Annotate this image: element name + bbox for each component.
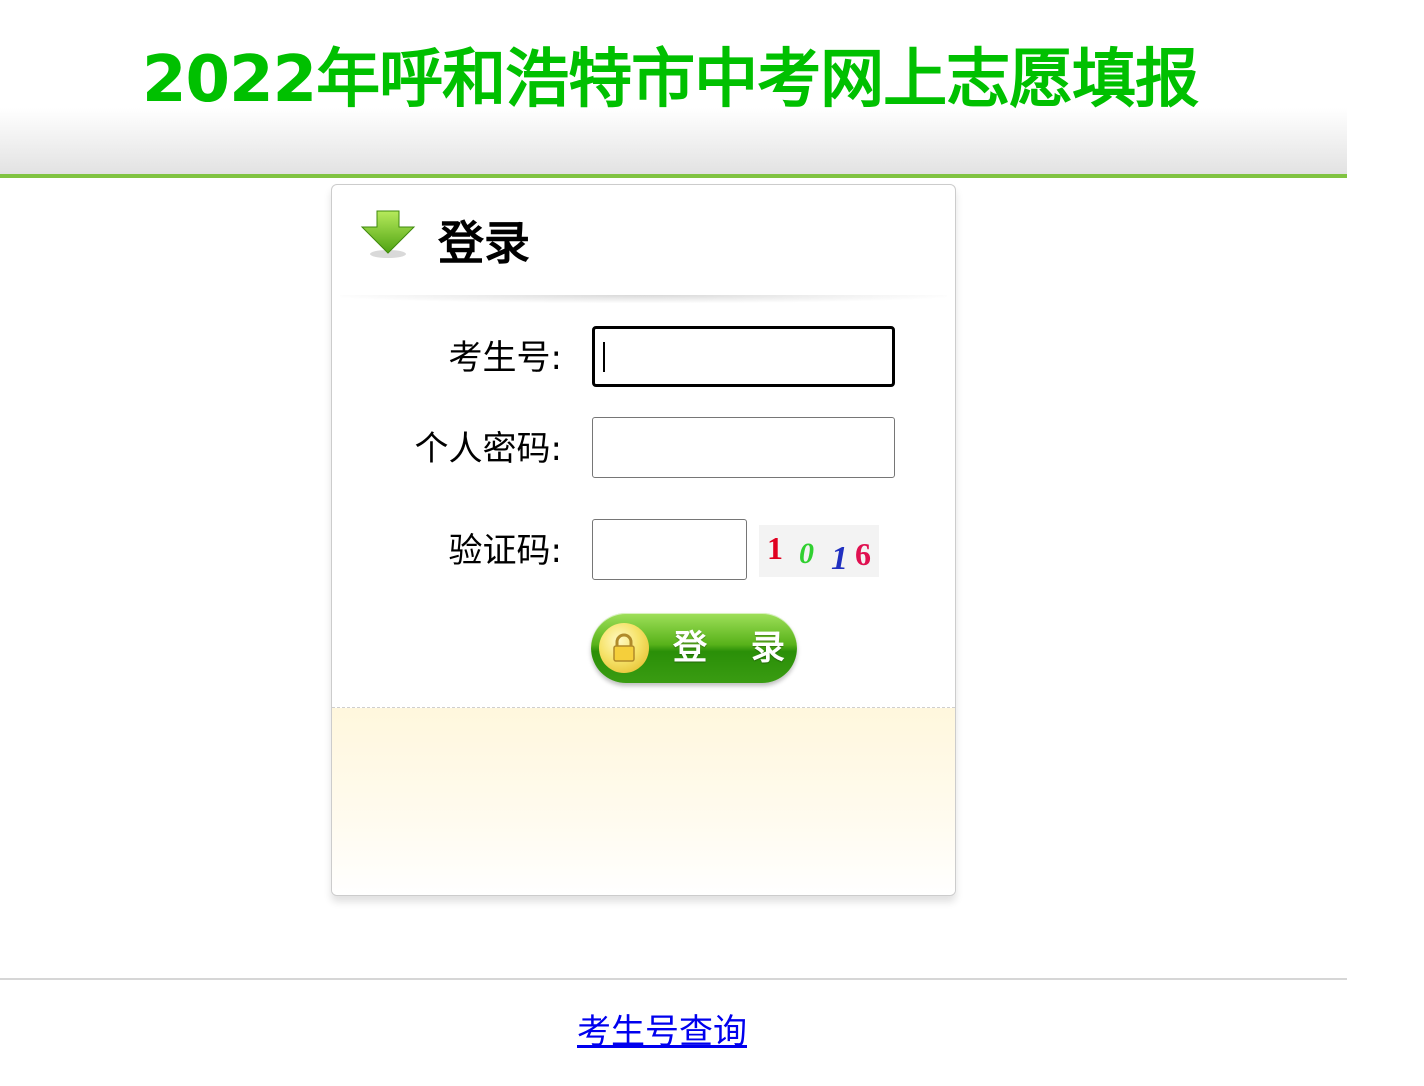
- footer-divider: [0, 978, 1347, 980]
- password-input[interactable]: [592, 417, 895, 478]
- captcha-char: 6: [855, 536, 871, 572]
- login-title: 登录: [438, 216, 530, 270]
- login-button[interactable]: 登 录: [591, 613, 797, 683]
- login-panel-header: 登录: [332, 185, 955, 295]
- login-panel: 登录 考生号: 个人密码: 验证码: 1 0 1 6 登 录: [331, 184, 956, 896]
- exam-number-label: 考生号:: [448, 338, 562, 378]
- captcha-image[interactable]: 1 0 1 6: [759, 525, 879, 577]
- page-title: 2022年呼和浩特市中考网上志愿填报: [142, 43, 1199, 117]
- lock-icon-bg: [599, 623, 649, 673]
- login-panel-footer: [332, 707, 955, 895]
- captcha-char: 0: [799, 537, 814, 570]
- text-caret: [603, 342, 605, 372]
- arrow-down-icon: [360, 210, 416, 258]
- lock-icon: [613, 633, 635, 662]
- captcha-char: 1: [767, 530, 783, 566]
- password-label: 个人密码:: [414, 429, 562, 469]
- login-button-label: 登 录: [673, 628, 801, 668]
- captcha-char: 1: [831, 540, 848, 577]
- page-header: 2022年呼和浩特市中考网上志愿填报: [0, 0, 1347, 178]
- header-divider: [340, 295, 947, 303]
- captcha-label: 验证码:: [448, 531, 562, 571]
- exam-number-lookup-link[interactable]: 考生号查询: [577, 1010, 747, 1054]
- captcha-input[interactable]: [592, 519, 747, 580]
- exam-number-input[interactable]: [592, 326, 895, 387]
